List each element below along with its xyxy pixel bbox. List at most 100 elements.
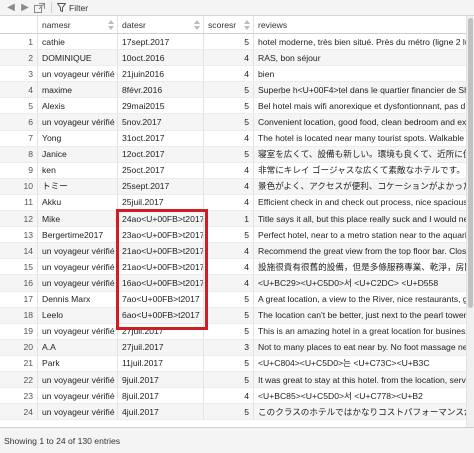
row-index: 1 <box>0 34 38 50</box>
table-row[interactable]: 3 un voyageur vérifié 21juin2016 4 bien <box>0 66 466 83</box>
score-cell: 5 <box>204 323 254 339</box>
date-cell: 29mai2015 <box>118 98 204 114</box>
table-row[interactable]: 2 DOMINIQUE 10oct.2016 4 RAS, bon séjour <box>0 50 466 67</box>
date-cell: 8févr.2016 <box>118 82 204 98</box>
score-cell: 5 <box>204 98 254 114</box>
table-row[interactable]: 1 cathie 17sept.2017 5 hotel moderne, très b… <box>0 34 466 51</box>
score-cell: 5 <box>204 355 254 371</box>
table-row[interactable]: 23 un voyageur vérifié 8juil.2017 4 <U+BC85>… <box>0 388 466 405</box>
name-cell: un voyageur vérifié <box>38 275 118 291</box>
vertical-scrollbar[interactable] <box>466 16 474 436</box>
table-row[interactable]: 15 un voyageur vérifié 21ao<U+00FB>t2017 4 設… <box>0 259 466 276</box>
review-cell: 非常にキレイ ゴージャスな広くて素敵なホテルです。 パスト <box>258 165 466 176</box>
date-cell: 27juil.2017 <box>118 339 204 355</box>
column-header-scoresr[interactable]: scoresr <box>204 16 254 33</box>
row-index: 22 <box>0 371 38 388</box>
score-cell: 4 <box>204 243 254 259</box>
name-cell: ken <box>38 162 118 178</box>
column-header-label: reviews <box>258 19 288 30</box>
row-index: 17 <box>0 291 38 307</box>
table-row[interactable]: 5 Alexis 29mai2015 5 Bel hotel mais wifi ano… <box>0 98 466 115</box>
score-cell: 5 <box>204 146 254 162</box>
name-cell: Park <box>38 355 118 371</box>
row-index: 9 <box>0 162 38 178</box>
table-row[interactable]: 12 Mike 24ao<U+00FB>t2017 1 Title says it al… <box>0 211 466 228</box>
row-index: 8 <box>0 146 38 162</box>
review-cell: 寝室を広くて、設備も新しい。環境も良くて、近所に便利な <box>258 149 466 160</box>
review-cell: A great location, a view to the River, n… <box>258 294 466 305</box>
table-row[interactable]: 18 Leelo 6ao<U+00FB>t2017 5 The location can… <box>0 307 466 324</box>
name-cell: Dennis Marx <box>38 291 118 307</box>
name-cell: Akku <box>38 194 118 211</box>
data-table: namesr datesr scoresr reviews 1 cathie 17s… <box>0 16 466 421</box>
row-index: 2 <box>0 50 38 66</box>
review-cell: The hotel is located near many tourist s… <box>258 133 466 144</box>
scrollbar-thumb[interactable] <box>468 18 473 308</box>
name-cell: un voyageur vérifié <box>38 243 118 259</box>
score-cell: 4 <box>204 130 254 146</box>
status-bar: Showing 1 to 24 of 130 entries <box>0 427 474 453</box>
score-cell: 4 <box>204 162 254 178</box>
score-cell: 5 <box>204 227 254 243</box>
arrow-right-icon[interactable]: ▶ <box>18 1 32 15</box>
date-cell: 8juil.2017 <box>118 388 204 404</box>
table-row[interactable]: 9 ken 25oct.2017 4 非常にキレイ ゴージャスな広くて素敵なホテルです。… <box>0 162 466 179</box>
table-body: 1 cathie 17sept.2017 5 hotel moderne, très b… <box>0 34 466 421</box>
column-header-reviews[interactable]: reviews <box>254 16 466 33</box>
column-header-label: scoresr <box>208 19 237 30</box>
arrow-left-icon[interactable]: ◀ <box>4 1 18 15</box>
table-row[interactable]: 7 Yong 31oct.2017 4 The hotel is located nea… <box>0 130 466 147</box>
review-cell: RAS, bon séjour <box>258 52 321 63</box>
review-cell: Bel hotel mais wifi anorexique et dysfon… <box>258 100 466 111</box>
table-row[interactable]: 13 Bergertime2017 23ao<U+00FB>t2017 5 Perfec… <box>0 227 466 244</box>
filter-button[interactable]: Filter <box>57 3 88 13</box>
table-row[interactable]: 19 un voyageur vérifié 27juil.2017 5 This is… <box>0 323 466 340</box>
review-cell: bien <box>258 68 275 79</box>
date-cell: 31oct.2017 <box>118 130 204 146</box>
score-cell: 4 <box>204 50 254 66</box>
table-row[interactable]: 21 Park 11juil.2017 5 <U+C804><U+C5D0>는 <U+C… <box>0 355 466 372</box>
score-cell: 4 <box>204 259 254 275</box>
score-cell: 4 <box>204 275 254 291</box>
table-row[interactable]: 10 トミー 25sept.2017 4 景色がよく、アクセスが便利、コケーションがよか… <box>0 178 466 195</box>
date-cell: 25oct.2017 <box>118 162 204 178</box>
highlight-box <box>116 209 208 330</box>
column-header-label: datesr <box>122 19 146 30</box>
row-index: 19 <box>0 323 38 339</box>
name-cell: Bergertime2017 <box>38 227 118 243</box>
column-header-index[interactable] <box>0 16 38 33</box>
name-cell: DOMINIQUE <box>38 50 118 66</box>
date-cell: 17sept.2017 <box>118 34 204 50</box>
column-header-datesr[interactable]: datesr <box>118 16 204 33</box>
toolbar-divider <box>51 2 52 13</box>
table-row[interactable]: 14 un voyageur vérifié 21ao<U+00FB>t2017 4 R… <box>0 243 466 260</box>
name-cell: Mike <box>38 211 118 227</box>
name-cell: un voyageur vérifié <box>38 388 118 404</box>
review-cell: Perfect hotel, near to a metro station n… <box>258 229 466 240</box>
review-cell: 景色がよく、アクセスが便利、コケーションがよかった。 <box>258 181 466 192</box>
review-cell: Convenient location, good food, clean be… <box>258 117 466 128</box>
review-cell: Title says it all, but this place really… <box>258 213 466 224</box>
row-index: 7 <box>0 130 38 146</box>
review-cell: <U+BC29><U+C5D0>서 <U+C2DC> <U+D558 <box>258 277 439 288</box>
name-cell: Leelo <box>38 307 118 323</box>
table-header-row: namesr datesr scoresr reviews <box>0 16 466 34</box>
table-row[interactable]: 17 Dennis Marx 7ao<U+00FB>t2017 5 A great lo… <box>0 291 466 308</box>
date-cell: 25sept.2017 <box>118 178 204 194</box>
score-cell: 5 <box>204 307 254 323</box>
table-row[interactable]: 11 Akku 25juil.2017 4 Efficient check in and… <box>0 194 466 212</box>
table-row[interactable]: 6 un voyageur vérifié 5nov.2017 5 Convenient… <box>0 114 466 131</box>
popout-icon[interactable] <box>32 1 46 15</box>
table-row[interactable]: 24 un voyageur vérifié 4juil.2017 5 このクラスのホテ… <box>0 404 466 421</box>
review-cell: このクラスのホテルではかなりコストパフォーマンスが良 <box>258 406 466 417</box>
date-cell: 4juil.2017 <box>118 404 204 420</box>
table-row[interactable]: 16 un voyageur vérifié 16ao<U+00FB>t2017 4 <… <box>0 275 466 292</box>
name-cell: Alexis <box>38 98 118 114</box>
table-row[interactable]: 8 Janice 12oct.2017 5 寝室を広くて、設備も新しい。環境も良くて、近… <box>0 146 466 163</box>
table-row[interactable]: 20 A.A 27juil.2017 3 Not to many places to e… <box>0 339 466 356</box>
score-cell: 5 <box>204 371 254 388</box>
table-row[interactable]: 22 un voyageur vérifié 9juil.2017 5 It was g… <box>0 371 466 389</box>
row-index: 6 <box>0 114 38 130</box>
column-header-namesr[interactable]: namesr <box>38 16 118 33</box>
table-row[interactable]: 4 maxime 8févr.2016 5 Superbe h<U+00F4>tel d… <box>0 82 466 99</box>
